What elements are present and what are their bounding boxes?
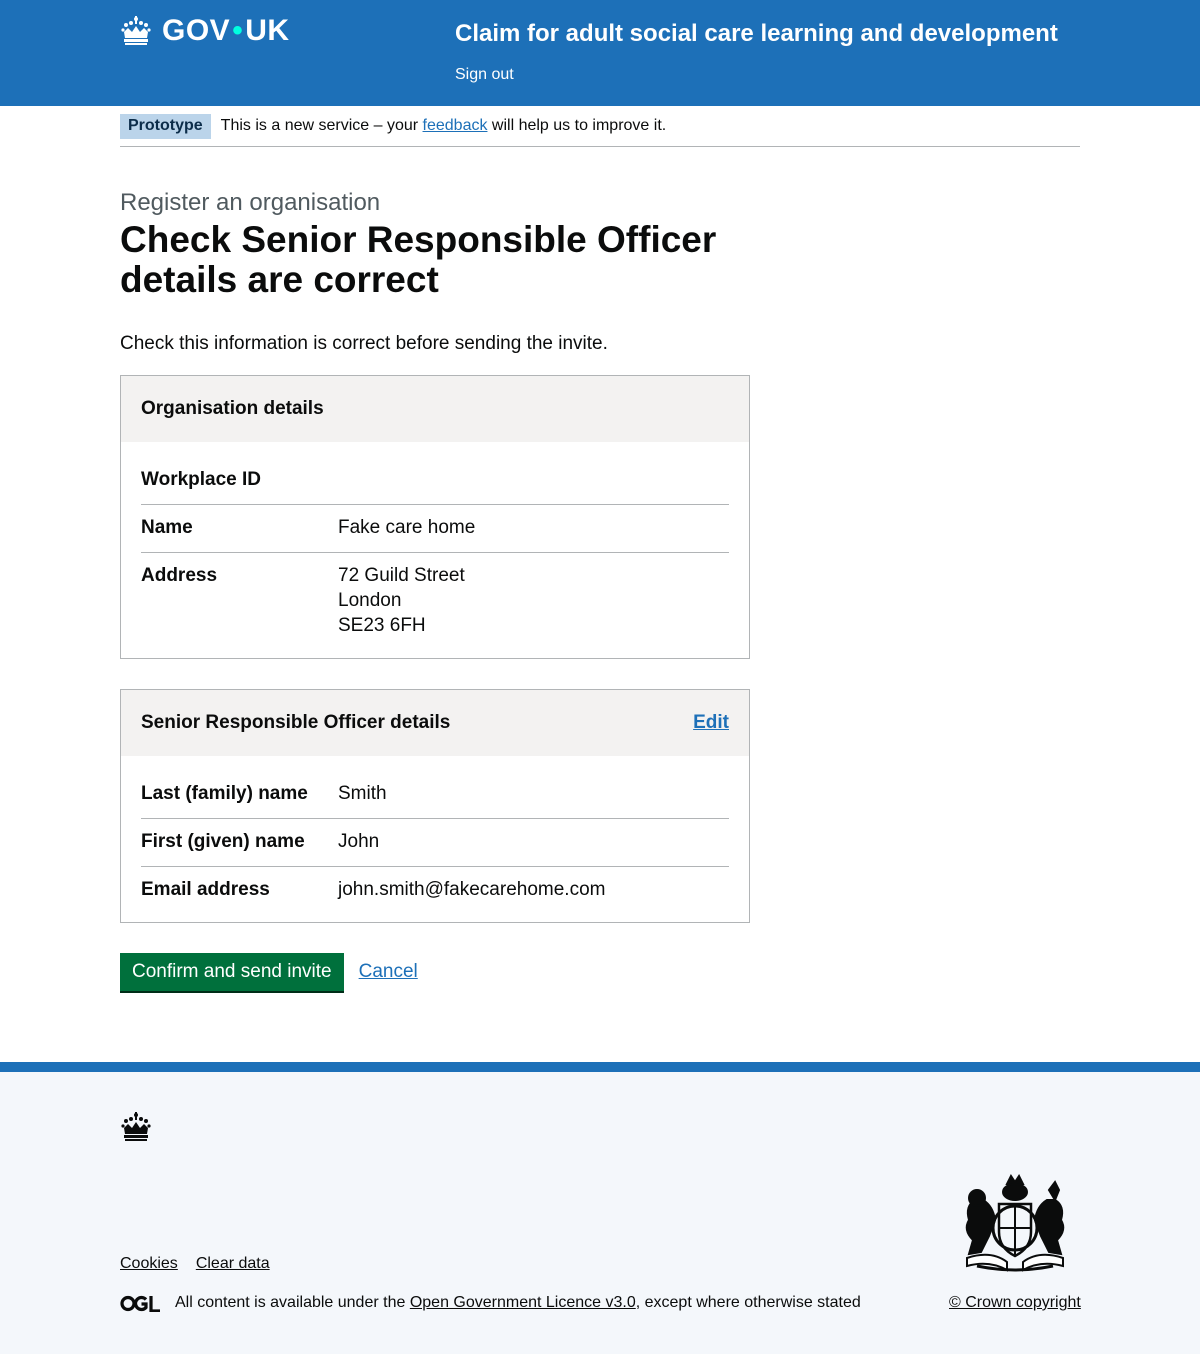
licence-text-after: , except where otherwise stated xyxy=(635,1294,861,1311)
edit-link[interactable]: Edit xyxy=(693,712,729,734)
crown-copyright-link[interactable]: © Crown copyright xyxy=(949,1294,1081,1312)
summary-value-line: john.smith@fakecarehome.com xyxy=(338,879,606,900)
card-title: Senior Responsible Officer details xyxy=(141,712,451,733)
summary-value: Fake care home xyxy=(338,515,729,540)
summary-value-line: SE23 6FH xyxy=(338,615,426,636)
summary-value-line: Fake care home xyxy=(338,517,476,538)
licence-statement: All content is available under the Open … xyxy=(120,1294,861,1312)
clear-data-link[interactable]: Clear data xyxy=(196,1255,270,1273)
summary-key: First (given) name xyxy=(141,831,305,852)
site-header: GOV • UK Claim for adult social care lea… xyxy=(0,0,1200,106)
summary-row-last-name: Last (family) name Smith xyxy=(141,771,729,819)
main-content: Register an organisation Check Senior Re… xyxy=(120,147,750,991)
summary-row-first-name: First (given) name John xyxy=(141,819,729,867)
govuk-wordmark: GOV • UK xyxy=(162,14,290,48)
footer-links: Cookies Clear data xyxy=(120,1255,270,1273)
officer-details-card: Senior Responsible Officer details Edit … xyxy=(120,689,750,923)
card-title: Organisation details xyxy=(141,398,324,419)
summary-value xyxy=(338,467,729,492)
summary-row-address: Address 72 Guild Street London SE23 6FH xyxy=(141,553,729,638)
summary-row-name: Name Fake care home xyxy=(141,505,729,553)
licence-text-before: All content is available under the xyxy=(175,1294,406,1311)
phase-text-after: will help us to improve it. xyxy=(487,117,667,134)
summary-value: John xyxy=(338,829,729,854)
summary-value: john.smith@fakecarehome.com xyxy=(338,877,729,902)
page-caption: Register an organisation xyxy=(120,189,381,216)
organisation-details-card: Organisation details Workplace ID Name F… xyxy=(120,375,750,659)
summary-value-line: 72 Guild Street xyxy=(338,565,465,586)
phase-tag: Prototype xyxy=(120,113,211,139)
service-name-link[interactable]: Claim for adult social care learning and… xyxy=(455,20,1058,48)
site-footer: Cookies Clear data All content is availa… xyxy=(0,1062,1200,1354)
logo-text-right: UK xyxy=(245,14,290,47)
phase-text-before: This is a new service – your xyxy=(220,117,423,134)
phase-banner: Prototype This is a new service – your f… xyxy=(120,106,1080,147)
ogl-link[interactable]: Open Government Licence v3.0 xyxy=(410,1294,636,1312)
summary-key: Address xyxy=(141,565,218,586)
page-title: Check Senior Responsible Officer details… xyxy=(120,219,717,300)
logo-dot: • xyxy=(232,14,244,47)
crown-icon xyxy=(121,1112,151,1141)
card-header: Organisation details xyxy=(121,376,749,442)
summary-value-line: John xyxy=(338,831,380,852)
cookies-link[interactable]: Cookies xyxy=(120,1255,178,1273)
sign-out-link[interactable]: Sign out xyxy=(455,66,514,84)
summary-key: Last (family) name xyxy=(141,783,308,804)
summary-list: Last (family) name Smith First (given) n… xyxy=(121,756,749,922)
ogl-logo-icon xyxy=(120,1295,160,1312)
summary-value-line: Smith xyxy=(338,783,387,804)
summary-list: Workplace ID Name Fake care home Address… xyxy=(121,442,749,658)
page-lede: Check this information is correct before… xyxy=(120,333,608,354)
summary-key: Name xyxy=(141,517,193,538)
cancel-link[interactable]: Cancel xyxy=(359,961,418,983)
summary-row-workplace-id: Workplace ID xyxy=(141,457,729,505)
crown-icon xyxy=(121,16,151,45)
logo-text-left: GOV xyxy=(162,14,231,47)
summary-value: 72 Guild Street London SE23 6FH xyxy=(338,563,729,638)
card-header: Senior Responsible Officer details Edit xyxy=(121,690,749,756)
confirm-and-send-button[interactable]: Confirm and send invite xyxy=(120,953,344,991)
summary-value-line: London xyxy=(338,590,402,611)
summary-key: Email address xyxy=(141,879,270,900)
govuk-logo-link[interactable]: GOV • UK xyxy=(120,14,290,48)
feedback-link[interactable]: feedback xyxy=(423,117,488,134)
summary-value: Smith xyxy=(338,781,729,806)
button-group: Confirm and send invite Cancel xyxy=(120,953,750,991)
summary-row-email: Email address john.smith@fakecarehome.co… xyxy=(141,867,729,902)
summary-key: Workplace ID xyxy=(141,469,262,490)
phase-text: This is a new service – your feedback wi… xyxy=(221,117,667,135)
royal-coat-of-arms-icon xyxy=(965,1174,1065,1272)
